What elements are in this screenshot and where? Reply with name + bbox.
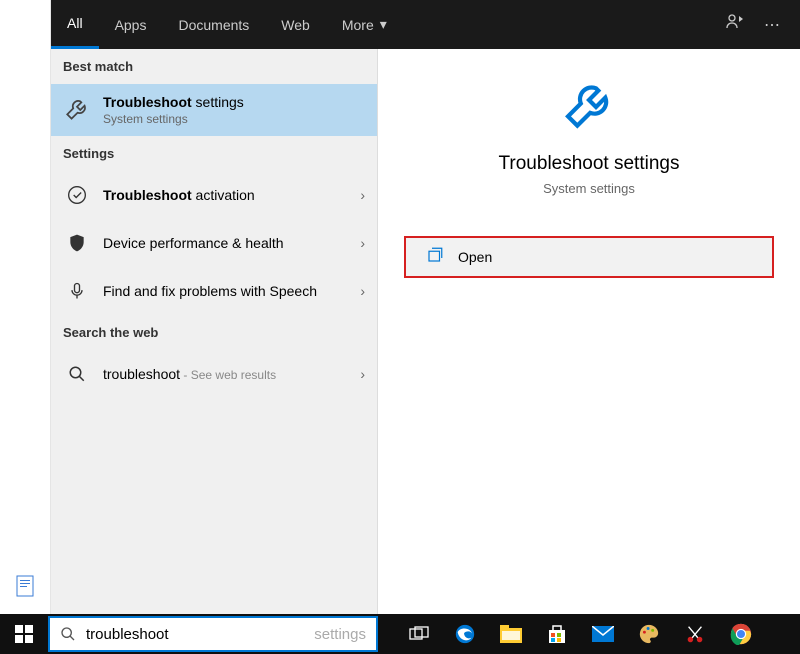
left-strip <box>0 0 51 614</box>
store-icon[interactable] <box>538 614 576 654</box>
result-troubleshoot-settings[interactable]: Troubleshoot settings System settings <box>51 84 377 136</box>
section-search-web: Search the web <box>51 315 377 350</box>
document-icon <box>9 570 41 602</box>
microphone-icon <box>63 277 91 305</box>
open-icon <box>426 246 444 269</box>
paint-icon[interactable] <box>630 614 668 654</box>
mail-icon[interactable] <box>584 614 622 654</box>
tab-more[interactable]: More ▾ <box>326 0 403 49</box>
detail-panel: Troubleshoot settings System settings Op… <box>378 49 800 614</box>
result-web-troubleshoot[interactable]: troubleshoot - See web results › <box>51 350 377 398</box>
wrench-large-icon <box>561 79 617 135</box>
open-label: Open <box>458 249 492 265</box>
chevron-right-icon: › <box>360 366 365 382</box>
search-input[interactable] <box>86 626 308 643</box>
result-troubleshoot-activation[interactable]: Troubleshoot activation › <box>51 171 377 219</box>
wrench-icon <box>63 96 91 124</box>
chevron-right-icon: › <box>360 235 365 251</box>
chrome-icon[interactable] <box>722 614 760 654</box>
search-hint: settings <box>314 626 366 643</box>
open-action[interactable]: Open <box>404 236 774 278</box>
check-circle-icon <box>63 181 91 209</box>
tab-all[interactable]: All <box>51 0 99 49</box>
chevron-right-icon: › <box>360 187 365 203</box>
more-options-icon[interactable]: ⋯ <box>764 15 780 35</box>
tab-documents[interactable]: Documents <box>162 0 265 49</box>
task-view-icon[interactable] <box>400 614 438 654</box>
chevron-down-icon: ▾ <box>380 16 387 33</box>
tab-apps[interactable]: Apps <box>99 0 163 49</box>
section-best-match: Best match <box>51 49 377 84</box>
search-results-panel: Best match Troubleshoot settings System … <box>51 49 378 614</box>
feedback-icon[interactable] <box>726 13 744 36</box>
start-button[interactable] <box>0 614 48 654</box>
result-speech-problems[interactable]: Find and fix problems with Speech › <box>51 267 377 315</box>
detail-title: Troubleshoot settings <box>499 153 680 175</box>
result-device-performance[interactable]: Device performance & health › <box>51 219 377 267</box>
edge-icon[interactable] <box>446 614 484 654</box>
section-settings: Settings <box>51 136 377 171</box>
search-icon <box>63 360 91 388</box>
taskbar: settings <box>0 614 800 654</box>
search-icon <box>60 626 76 642</box>
snip-icon[interactable] <box>676 614 714 654</box>
tab-web[interactable]: Web <box>265 0 326 49</box>
taskbar-search-box[interactable]: settings <box>48 616 378 652</box>
detail-subtitle: System settings <box>543 181 635 196</box>
chevron-right-icon: › <box>360 283 365 299</box>
file-explorer-icon[interactable] <box>492 614 530 654</box>
search-tabs: All Apps Documents Web More ▾ ⋯ <box>51 0 800 49</box>
shield-icon <box>63 229 91 257</box>
